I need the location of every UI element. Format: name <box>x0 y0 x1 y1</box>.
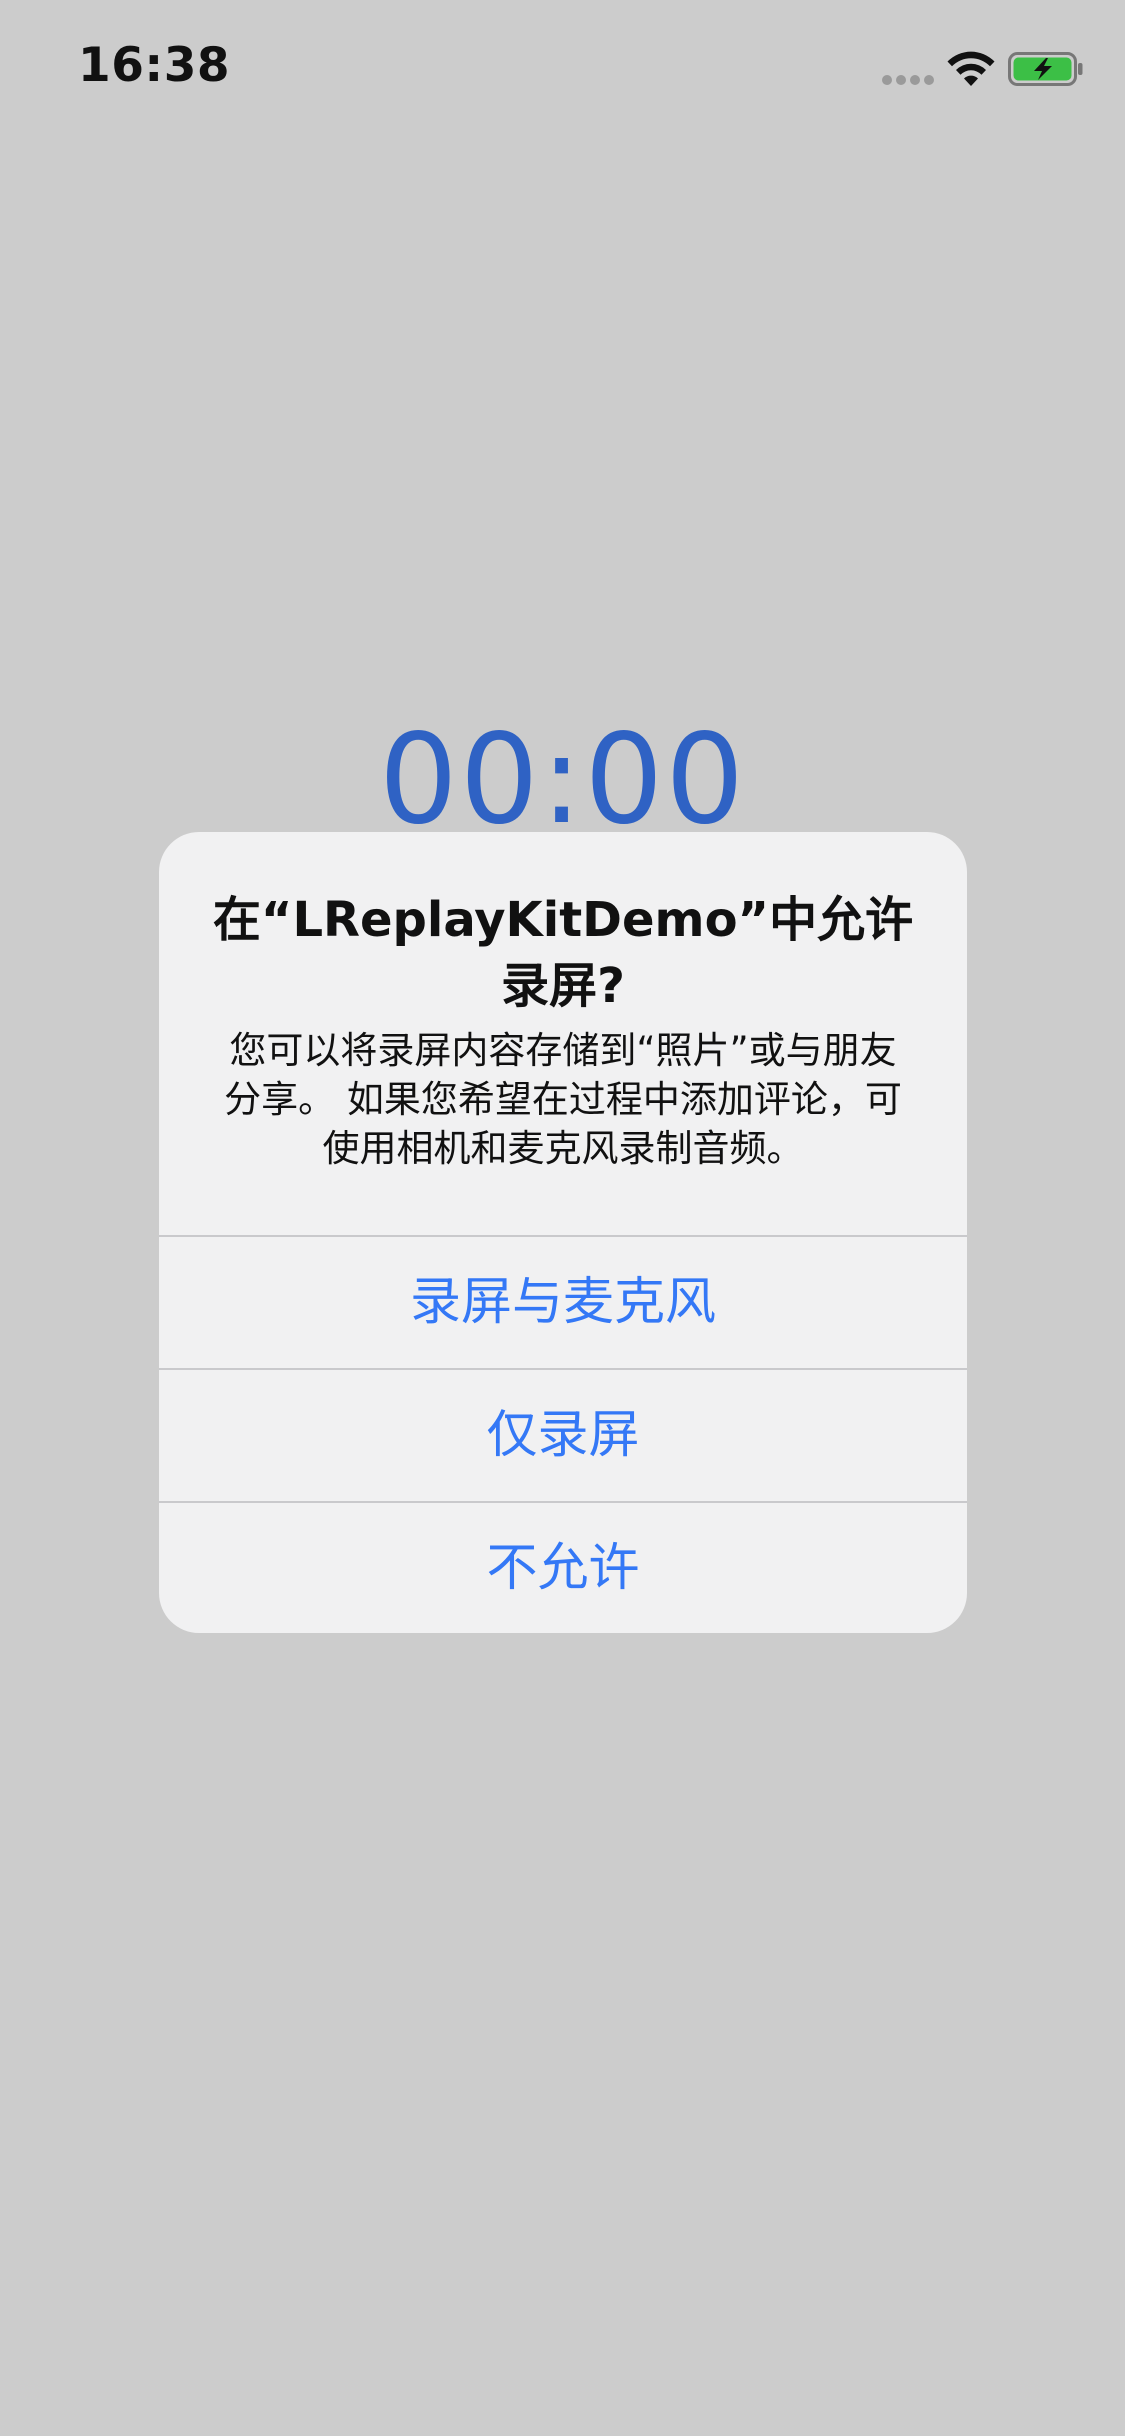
alert-message: 您可以将录屏内容存储到“照片”或与朋友分享。 如果您希望在过程中添加评论，可使用… <box>224 1029 902 1170</box>
dont-allow-button[interactable]: 不允许 <box>159 1503 967 1633</box>
battery-charging-icon <box>1008 52 1083 86</box>
screen-recording-permission-alert: 在“LReplayKitDemo”中允许录屏? 您可以将录屏内容存储到“照片”或… <box>159 832 967 1633</box>
status-time: 16:38 <box>78 38 231 93</box>
wifi-icon <box>947 51 995 86</box>
alert-content: 在“LReplayKitDemo”中允许录屏? 您可以将录屏内容存储到“照片”或… <box>159 832 967 1235</box>
status-bar: 16:38 <box>0 0 1125 130</box>
timer-display: 00:00 <box>378 708 747 852</box>
alert-title: 在“LReplayKitDemo”中允许录屏? <box>212 892 914 1014</box>
record-screen-and-microphone-button[interactable]: 录屏与麦克风 <box>159 1237 967 1368</box>
signal-dots-icon <box>882 75 934 85</box>
record-screen-only-button[interactable]: 仅录屏 <box>159 1370 967 1501</box>
